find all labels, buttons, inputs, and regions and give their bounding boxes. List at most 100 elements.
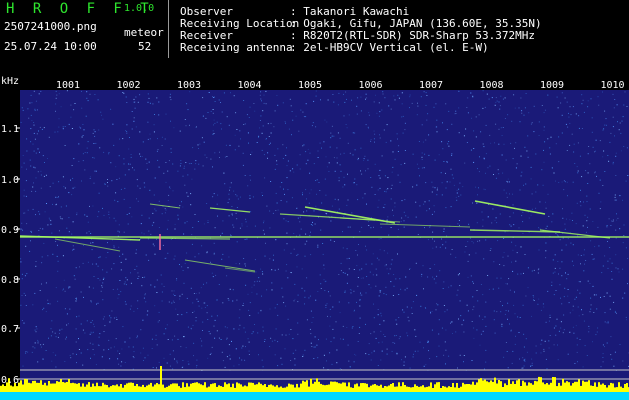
- noise-dot: [501, 135, 503, 136]
- noise-dot: [172, 368, 174, 370]
- noise-dot: [379, 249, 381, 251]
- noise-dot: [610, 336, 612, 338]
- noise-dot: [475, 186, 477, 188]
- noise-dot: [297, 294, 299, 296]
- baseline-bar: [562, 378, 564, 392]
- noise-dot: [60, 218, 62, 220]
- noise-dot: [270, 122, 272, 124]
- baseline-bar: [164, 387, 166, 392]
- noise-dot: [269, 258, 271, 260]
- noise-dot: [289, 170, 291, 172]
- noise-dot: [569, 122, 571, 124]
- noise-dot: [72, 353, 74, 355]
- noise-dot: [373, 303, 374, 305]
- baseline-bar: [72, 382, 74, 392]
- noise-dot: [283, 218, 285, 220]
- noise-dot: [527, 135, 529, 137]
- baseline-bar: [434, 384, 436, 392]
- noise-dot: [313, 346, 315, 348]
- noise-dot: [30, 165, 32, 167]
- noise-dot: [552, 272, 554, 274]
- noise-dot: [603, 296, 605, 297]
- noise-dot: [506, 283, 508, 285]
- noise-dot: [196, 298, 198, 300]
- noise-dot: [360, 110, 362, 112]
- noise-dot: [174, 358, 175, 360]
- noise-dot: [612, 219, 614, 221]
- baseline-bar: [310, 378, 312, 392]
- noise-dot: [285, 305, 287, 307]
- baseline-bar: [34, 380, 36, 392]
- noise-dot: [488, 98, 490, 100]
- noise-dot: [580, 189, 581, 191]
- noise-dot: [263, 222, 264, 224]
- baseline-bar: [486, 381, 488, 392]
- noise-dot: [319, 142, 321, 144]
- noise-dot: [570, 114, 572, 116]
- baseline-bar: [610, 382, 612, 392]
- noise-dot: [42, 343, 44, 345]
- noise-dot: [425, 139, 427, 141]
- baseline-bar: [290, 384, 292, 392]
- noise-dot: [64, 187, 66, 189]
- noise-dot: [448, 141, 450, 142]
- baseline-bar: [396, 386, 398, 392]
- noise-dot: [51, 320, 53, 322]
- noise-dot: [243, 302, 244, 304]
- noise-dot: [190, 204, 192, 206]
- noise-dot: [370, 333, 372, 335]
- baseline-bar: [538, 376, 540, 392]
- noise-dot: [415, 216, 417, 218]
- noise-dot: [611, 271, 613, 272]
- noise-dot: [116, 319, 118, 320]
- baseline-bar: [390, 384, 392, 392]
- noise-dot: [478, 187, 479, 189]
- noise-dot: [458, 188, 460, 190]
- baseline-bar: [132, 382, 134, 392]
- noise-dot: [324, 119, 326, 121]
- noise-dot: [231, 206, 233, 207]
- noise-dot: [277, 314, 279, 316]
- noise-dot: [58, 118, 60, 120]
- noise-dot: [224, 156, 226, 158]
- noise-dot: [113, 144, 115, 146]
- noise-dot: [569, 144, 571, 146]
- noise-dot: [236, 207, 238, 208]
- noise-dot: [456, 192, 458, 194]
- noise-dot: [443, 281, 445, 283]
- noise-dot: [246, 238, 248, 240]
- noise-dot: [546, 368, 548, 370]
- noise-dot: [200, 338, 201, 340]
- noise-dot: [24, 212, 26, 214]
- noise-dot: [515, 335, 516, 337]
- noise-dot: [394, 99, 396, 101]
- noise-dot: [560, 321, 562, 323]
- noise-dot: [250, 211, 252, 213]
- noise-dot: [347, 226, 349, 228]
- noise-dot: [439, 270, 441, 272]
- noise-dot: [35, 152, 37, 154]
- noise-dot: [114, 199, 116, 201]
- noise-dot: [260, 98, 262, 100]
- noise-dot: [81, 107, 83, 109]
- noise-dot: [183, 233, 185, 235]
- noise-dot: [441, 141, 443, 143]
- noise-dot: [594, 246, 596, 248]
- noise-dot: [591, 253, 593, 255]
- noise-dot: [257, 312, 259, 314]
- noise-dot: [326, 166, 328, 168]
- noise-dot: [412, 153, 414, 155]
- baseline-bar: [366, 383, 368, 392]
- noise-dot: [42, 358, 44, 360]
- noise-dot: [89, 178, 91, 179]
- noise-dot: [388, 273, 390, 275]
- baseline-bar: [334, 381, 336, 392]
- noise-dot: [354, 178, 356, 180]
- noise-dot: [409, 367, 411, 369]
- noise-dot: [103, 151, 105, 153]
- noise-dot: [325, 338, 327, 340]
- noise-dot: [74, 278, 76, 280]
- noise-dot: [249, 197, 251, 199]
- noise-dot: [169, 365, 171, 367]
- noise-dot: [609, 141, 611, 143]
